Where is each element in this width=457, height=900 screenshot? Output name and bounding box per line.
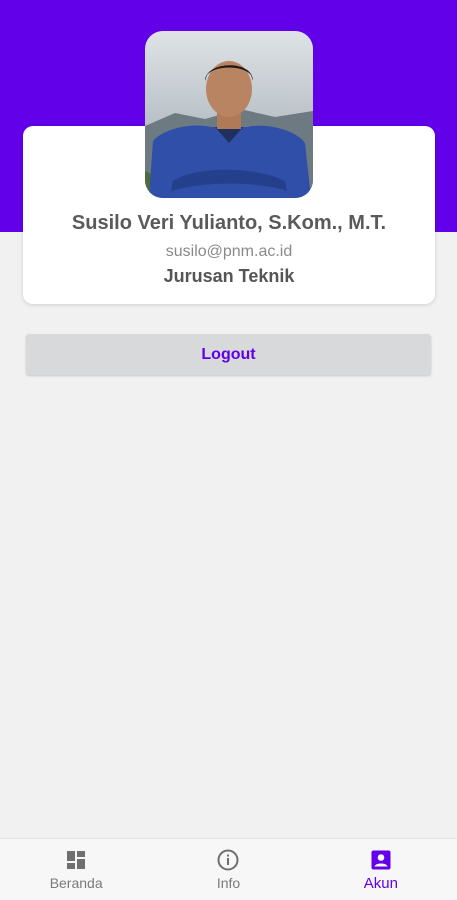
profile-photo <box>145 31 313 198</box>
info-icon <box>217 849 239 871</box>
nav-label-beranda: Beranda <box>49 875 103 891</box>
nav-item-info[interactable]: Info <box>152 839 304 900</box>
dashboard-icon <box>67 851 86 869</box>
logout-button[interactable]: Logout <box>26 334 431 375</box>
nav-item-beranda[interactable]: Beranda <box>0 839 152 900</box>
profile-name: Susilo Veri Yulianto, S.Kom., M.T. <box>71 212 387 234</box>
bottom-navigation: Beranda Info Akun <box>0 838 457 900</box>
profile-email: susilo@pnm.ac.id <box>165 243 293 260</box>
nav-label-akun: Akun <box>363 875 398 892</box>
account-box-icon <box>371 850 391 870</box>
nav-label-info: Info <box>216 875 241 891</box>
nav-item-akun[interactable]: Akun <box>305 839 457 900</box>
profile-department: Jurusan Teknik <box>163 266 295 286</box>
